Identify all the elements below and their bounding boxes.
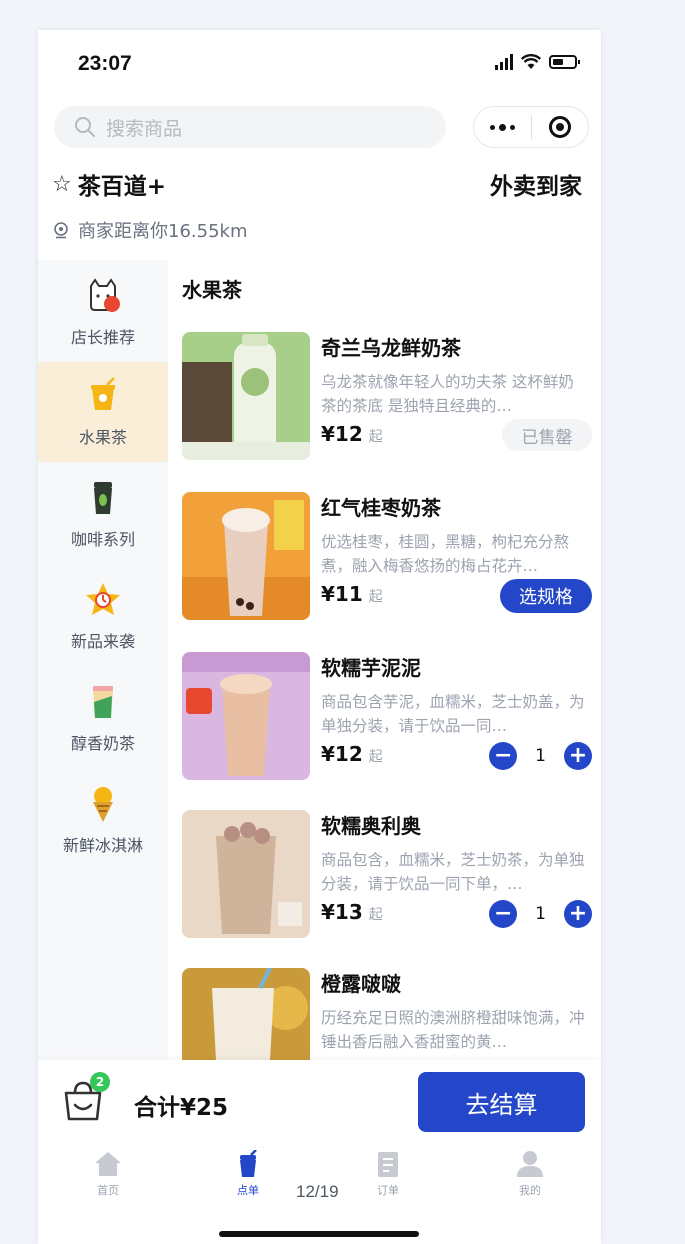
milk-tea-icon [83,682,123,722]
category-label: 新品来袭 [70,632,135,651]
product-image [182,332,310,460]
tab-orders[interactable]: 订单 [348,1150,428,1198]
product-description: 商品包含芋泥，血糯米，芝士奶盖，为单独分装，请于饮品一同… [321,693,585,735]
new-star-icon [83,580,123,620]
close-miniprogram-button[interactable] [532,107,589,147]
category-label: 咖啡系列 [70,530,135,549]
status-time: 23:07 [78,52,132,75]
category-label: 水果茶 [78,428,127,447]
home-indicator [219,1231,419,1237]
product-image [182,652,310,780]
coffee-icon [83,478,123,518]
tab-label: 订单 [377,1184,399,1197]
category-item-active[interactable]: 水果茶 [38,362,168,462]
product-price: ¥12 起 [321,742,383,766]
cart-total: 合计¥25 [134,1095,229,1121]
plus-button[interactable]: + [564,742,592,770]
product-description: 商品包含，血糯米，芝士奶茶，为单独分装，请于饮品一同下单，… [321,851,585,893]
sold-out-badge: 已售罄 [502,419,592,451]
category-sidebar: 店长推荐 水果茶 咖啡系列 新品来袭 醇香奶茶 新鲜冰淇淋 [38,260,168,1060]
cat-shopkeeper-icon [83,276,123,316]
product-description: 优选桂枣，桂圆，黑糖，枸杞充分熬煮，融入梅香悠扬的梅占花卉… [321,533,570,575]
quantity-stepper: − 1 + [489,900,592,928]
product-name: 奇兰乌龙鲜奶茶 [321,336,461,360]
tab-label: 我的 [519,1184,541,1197]
tab-profile[interactable]: 我的 [490,1150,570,1198]
product-name: 橙露啵啵 [321,972,401,996]
shop-name: 茶百道+ [77,174,167,200]
shop-name-group[interactable]: ☆ 茶百道+ [52,167,166,201]
wifi-icon [521,54,541,69]
tab-home[interactable]: 首页 [68,1150,148,1198]
quantity-stepper: − 1 + [489,742,592,770]
product-price: ¥12 起 [321,422,383,446]
shop-distance: 商家距离你16.55km [52,217,248,243]
search-icon [75,117,95,137]
user-icon [517,1151,543,1177]
product-card[interactable]: 软糯奥利奥 商品包含，血糯米，芝士奶茶，为单独分装，请于饮品一同下单，… ¥13… [182,798,592,938]
product-description: 历经充足日照的澳洲脐橙甜味饱满，冲锤出香后融入香甜蜜的黄… [321,1009,585,1051]
product-image [182,492,310,620]
product-image [182,968,310,1060]
receipt-icon [378,1152,398,1177]
checkout-button[interactable]: 去结算 [418,1072,585,1132]
status-icons [495,54,580,70]
product-price: ¥11 起 [321,582,383,606]
more-button[interactable] [474,107,531,147]
search-placeholder: 搜索商品 [106,117,183,140]
signal-icon [495,54,513,70]
plus-button[interactable]: + [564,900,592,928]
product-card[interactable]: 橙露啵啵 历经充足日照的澳洲脐橙甜味饱满，冲锤出香后融入香甜蜜的黄… [182,956,592,1060]
product-card[interactable]: 软糯芋泥泥 商品包含芋泥，血糯米，芝士奶盖，为单独分装，请于饮品一同… ¥12 起… [182,640,592,780]
category-item[interactable]: 店长推荐 [38,262,168,362]
fruit-tea-icon [83,376,123,416]
tab-label: 点单 [237,1184,259,1197]
favorite-star-icon[interactable]: ☆ [52,172,72,197]
tab-bar: 首页 点单 订单 我的 [38,1146,601,1216]
delivery-mode[interactable]: 外卖到家 [490,167,582,201]
cart-count-badge: 2 [90,1072,110,1092]
section-title: 水果茶 [182,278,242,302]
category-label: 新鲜冰淇淋 [62,836,143,855]
product-card[interactable]: 红气桂枣奶茶 优选桂枣，桂圆，黑糖，枸杞充分熬煮，融入梅香悠扬的梅占花卉… ¥1… [182,480,592,620]
target-icon [548,116,571,138]
distance-text: 商家距离你16.55km [78,221,248,242]
shop-header: ☆ 茶百道+ 外卖到家 [52,166,582,202]
battery-icon [549,55,580,69]
ice-cream-icon [83,784,123,824]
tab-label: 首页 [97,1184,119,1197]
minus-button[interactable]: − [489,742,518,770]
cup-icon [240,1150,257,1177]
select-spec-button[interactable]: 选规格 [500,579,592,613]
category-item[interactable]: 醇香奶茶 [38,668,168,768]
quantity-value: 1 [535,746,546,766]
location-icon [54,222,68,239]
category-item[interactable]: 新鲜冰淇淋 [38,770,168,870]
phone-screen: 23:07 搜索商品 ☆ 茶百道+ 外卖到家 商家距离你16.55km 店长推荐… [38,30,601,1244]
product-price: ¥13 起 [321,900,383,924]
product-description: 乌龙茶就像年轻人的功夫茶 这杯鲜奶茶的茶底 是独特且经典的… [321,373,574,415]
minus-button[interactable]: − [489,900,518,928]
miniprogram-capsule [473,106,589,148]
product-list: 奇兰乌龙鲜奶茶 乌龙茶就像年轻人的功夫茶 这杯鲜奶茶的茶底 是独特且经典的… ¥… [168,320,601,1060]
home-icon [95,1152,121,1176]
product-name: 红气桂枣奶茶 [321,496,441,520]
product-image [182,810,310,938]
category-label: 店长推荐 [70,328,135,347]
search-input[interactable]: 搜索商品 [54,106,446,148]
category-label: 醇香奶茶 [70,734,135,753]
more-dots-icon [489,123,515,131]
category-item[interactable]: 新品来袭 [38,566,168,666]
category-item[interactable]: 咖啡系列 [38,464,168,564]
product-name: 软糯芋泥泥 [321,656,421,680]
status-bar: 23:07 [38,30,601,100]
cart-bar: 2 合计¥25 去结算 [38,1060,601,1146]
tab-order[interactable]: 点单 [208,1150,288,1198]
quantity-value: 1 [535,904,546,924]
product-name: 软糯奥利奥 [321,814,421,838]
product-card[interactable]: 奇兰乌龙鲜奶茶 乌龙茶就像年轻人的功夫茶 这杯鲜奶茶的茶底 是独特且经典的… ¥… [182,320,592,460]
page-indicator: 12/19 [296,1182,339,1201]
